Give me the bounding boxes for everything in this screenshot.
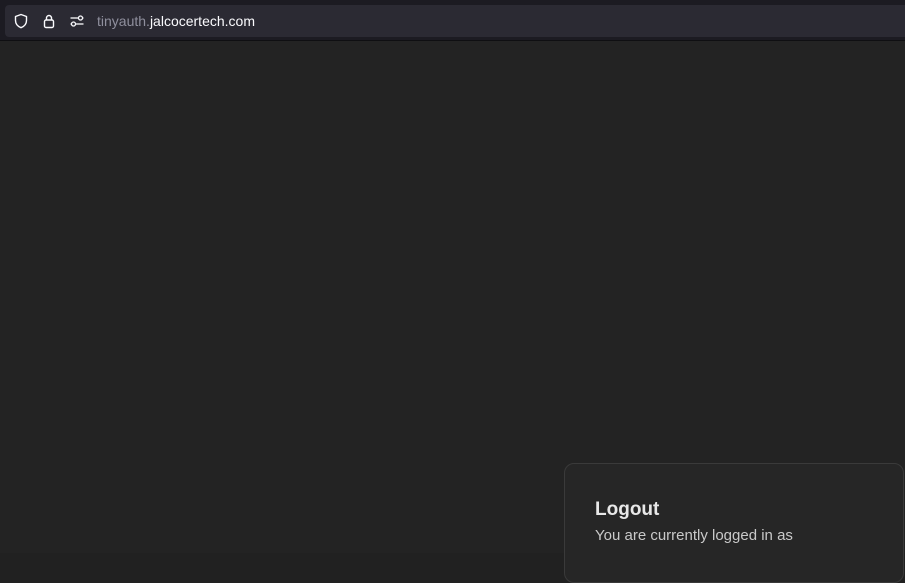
logout-card: Logout You are currently logged in as [564,463,904,583]
address-bar[interactable]: tinyauth.jalcocertech.com [5,5,905,37]
url-domain: jalcocertech.com [149,13,255,29]
shield-icon[interactable] [12,12,30,30]
url-subdomain: tinyauth. [97,13,150,29]
logout-title: Logout [595,499,660,520]
url-text[interactable]: tinyauth.jalcocertech.com [97,13,255,29]
permissions-icon[interactable] [68,12,86,30]
logged-in-message: You are currently logged in as [595,527,793,544]
browser-toolbar: tinyauth.jalcocertech.com [0,0,905,41]
lock-icon[interactable] [40,12,58,30]
